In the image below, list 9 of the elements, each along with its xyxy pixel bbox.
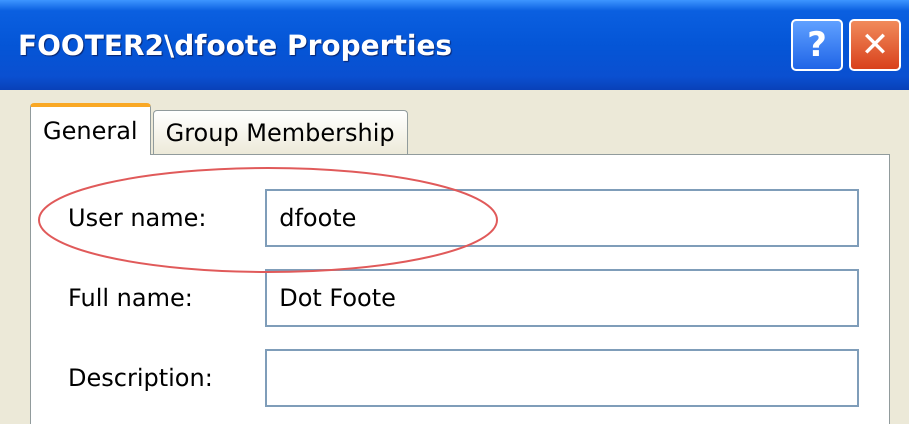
text-field[interactable] bbox=[265, 349, 859, 407]
field-label: User name: bbox=[68, 204, 208, 232]
window-title: FOOTER2\dfoote Properties bbox=[18, 28, 454, 62]
field-label: Description: bbox=[68, 364, 214, 392]
text-field[interactable]: Dot Foote bbox=[265, 269, 859, 327]
tab[interactable]: Group Membership bbox=[152, 110, 408, 154]
field-label: Full name: bbox=[68, 284, 194, 312]
tab[interactable]: General bbox=[30, 103, 151, 155]
text-field[interactable]: dfoote bbox=[265, 189, 859, 247]
